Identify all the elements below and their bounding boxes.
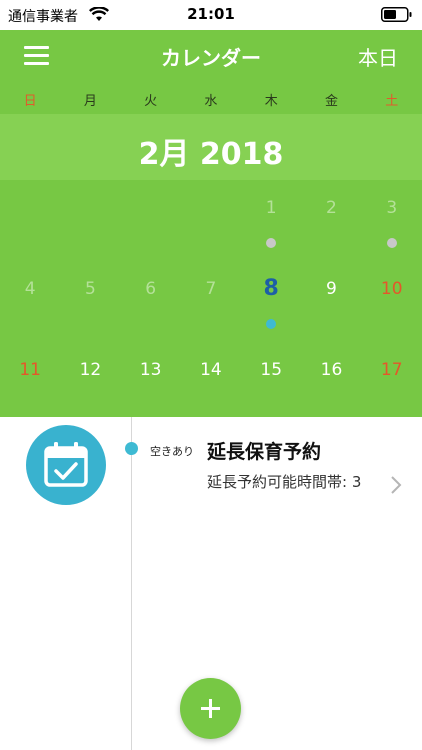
month-label: 2月 2018 (138, 137, 284, 172)
day-number: 11 (19, 360, 41, 380)
timeline-dot (125, 442, 138, 455)
day-number: 13 (139, 360, 162, 380)
event-detail: 延長予約可能時間帯: 3 (207, 473, 362, 491)
day-number: 7 (205, 279, 217, 299)
calendar-day[interactable]: 1 (241, 180, 301, 261)
weekday-label: 水 (204, 94, 218, 109)
weekday-label: 金 (324, 94, 338, 109)
calendar-week: 1 2 3 (0, 180, 422, 261)
day-number: 1 (265, 198, 277, 218)
status-bar: 通信事業者 21:01 (0, 0, 422, 30)
day-number: 16 (320, 360, 343, 380)
calendar-day (60, 180, 120, 261)
calendar-day[interactable]: 3 (362, 180, 422, 261)
weekday-label: 火 (144, 94, 158, 109)
month-banner: 2月 2018 (0, 114, 422, 180)
event-indicator-dot (266, 319, 277, 329)
calendar-day[interactable]: 4 (0, 261, 60, 342)
event-indicator-dot (386, 238, 397, 248)
calendar-day[interactable]: 15 (241, 342, 301, 423)
calendar-day[interactable]: 8 (241, 261, 301, 342)
day-number: 14 (200, 360, 222, 380)
calendar-week: 11 12 13 14 15 16 17 (0, 342, 422, 423)
day-number: 3 (386, 198, 398, 218)
calendar-day[interactable]: 11 (0, 342, 60, 423)
calendar-day[interactable]: 13 (121, 342, 181, 423)
weekday-header: 日 月 火 水 木 金 土 (0, 90, 422, 110)
day-number: 15 (260, 360, 283, 380)
day-number: 17 (380, 360, 403, 380)
event-indicator-dot (266, 238, 277, 248)
calendar-day (181, 180, 241, 261)
calendar-day[interactable]: 9 (301, 261, 361, 342)
today-button[interactable]: 本日 (358, 42, 398, 71)
calendar-day (121, 180, 181, 261)
chevron-right-icon (390, 475, 402, 499)
calendar-day[interactable]: 14 (181, 342, 241, 423)
weekday-label: 月 (83, 94, 97, 109)
calendar-week: 4 5 6 7 8 9 10 (0, 261, 422, 342)
clock: 21:01 (187, 5, 235, 23)
event-badge (26, 425, 106, 505)
calendar-day[interactable]: 16 (301, 342, 361, 423)
calendar-day[interactable]: 6 (121, 261, 181, 342)
nav-bar: カレンダー 本日 (0, 30, 422, 84)
event-title: 延長保育予約 (207, 441, 322, 463)
event-card[interactable]: 空きあり 延長保育予約 延長予約可能時間帯: 3 (0, 417, 422, 527)
calendar-day[interactable]: 7 (181, 261, 241, 342)
calendar-day (0, 180, 60, 261)
weekday-label: 土 (385, 94, 399, 109)
hamburger-menu-icon[interactable] (24, 46, 50, 66)
day-number: 9 (326, 279, 337, 299)
day-number: 8 (263, 276, 279, 301)
add-button[interactable] (180, 678, 241, 739)
calendar-day[interactable]: 5 (60, 261, 120, 342)
day-number: 5 (84, 279, 96, 299)
day-number: 6 (145, 279, 157, 299)
calendar-day[interactable]: 17 (362, 342, 422, 423)
calendar-header: カレンダー 本日 日 月 火 水 木 金 土 2月 2018 123 45678… (0, 30, 422, 417)
day-number: 2 (326, 198, 337, 218)
weekday-label: 木 (264, 94, 278, 109)
weekday-label: 日 (23, 94, 37, 109)
availability-label: 空きあり (150, 445, 194, 458)
day-number: 4 (24, 279, 36, 299)
calendar-check-icon (44, 442, 88, 487)
calendar-day[interactable]: 2 (301, 180, 361, 261)
day-number: 12 (79, 360, 102, 380)
calendar-grid: 123 4 5 6 7 8 9 10 11 12 13 14 15 16 17 (0, 180, 422, 417)
battery-icon (381, 7, 413, 26)
calendar-day[interactable]: 10 (362, 261, 422, 342)
plus-icon (209, 699, 212, 718)
calendar-day[interactable]: 12 (60, 342, 120, 423)
day-number: 10 (380, 279, 403, 299)
